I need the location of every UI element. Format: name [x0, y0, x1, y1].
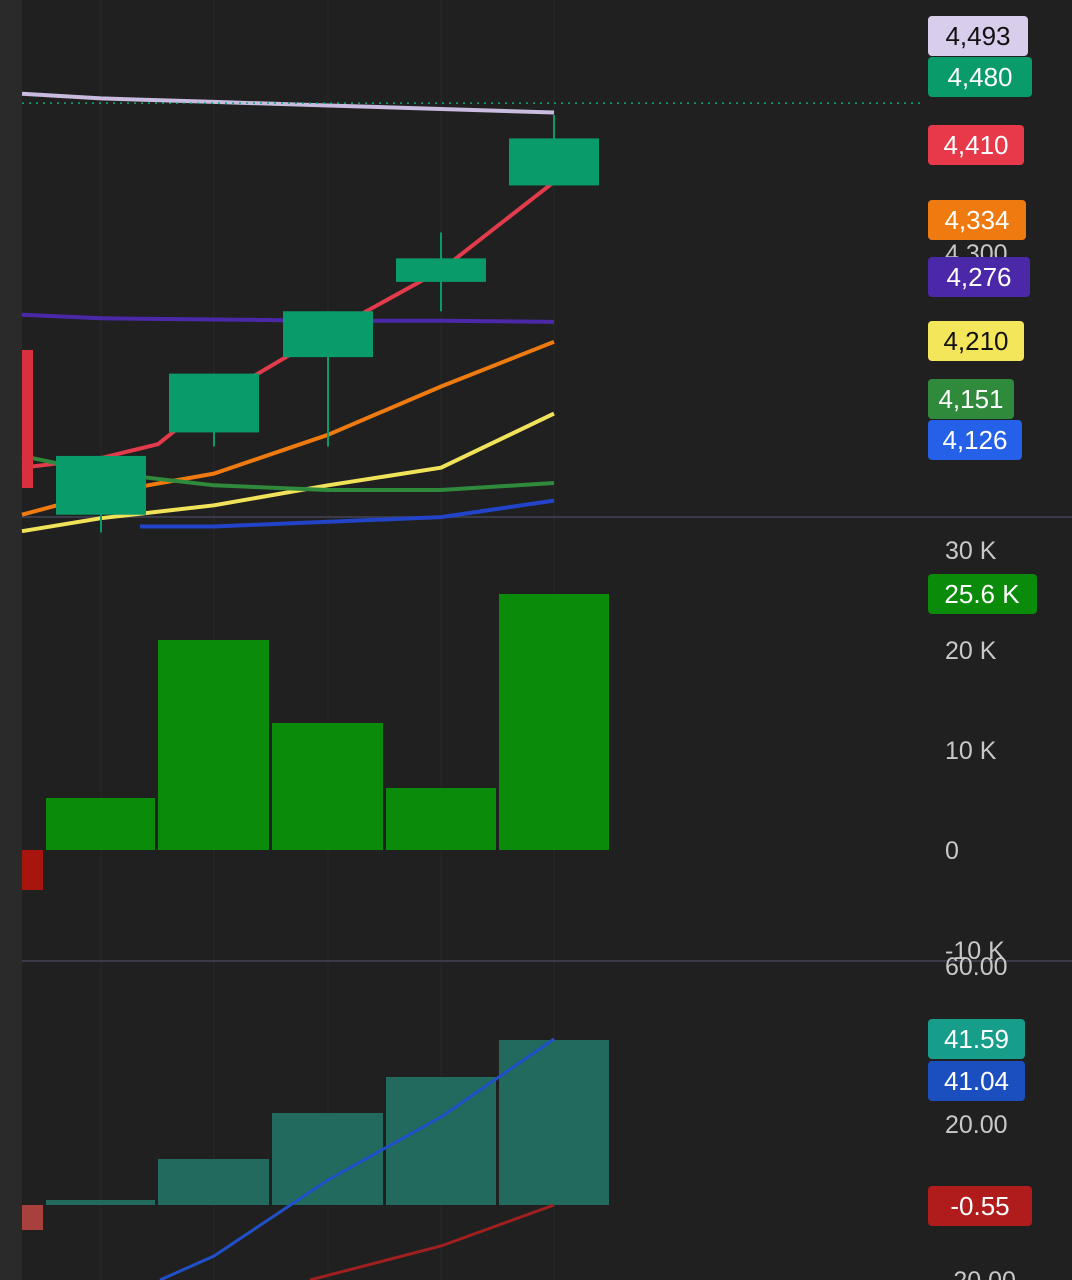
- volume-tick-0: 30 K: [945, 537, 997, 565]
- osc-line-1: [309, 1203, 555, 1280]
- price-label-3: 4,334: [944, 205, 1009, 235]
- volume-bar-1: [46, 798, 155, 850]
- osc-tick-0: 60.00: [945, 953, 1008, 981]
- volume-bar-5: [499, 594, 609, 850]
- volume-label: 25.6 K: [944, 579, 1020, 609]
- candle-body-0: [56, 455, 146, 515]
- osc-bar-2: [158, 1159, 269, 1205]
- price-label-6: 4,151: [938, 384, 1003, 414]
- trading-chart[interactable]: 4,3004,4934,4804,4104,3344,2764,2104,151…: [0, 0, 1072, 1280]
- osc-label-2: -0.55: [950, 1191, 1009, 1221]
- price-label-7: 4,126: [942, 425, 1007, 455]
- price-label-5: 4,210: [943, 326, 1008, 356]
- candle-body-4: [509, 138, 599, 186]
- osc-tick-2: -20.00: [945, 1267, 1016, 1280]
- osc-label-0: 41.59: [944, 1024, 1009, 1054]
- price-label-4: 4,276: [946, 262, 1011, 292]
- volume-bar-4: [386, 788, 496, 850]
- volume-tick-1: 20 K: [945, 637, 997, 665]
- osc-bar-0: [22, 1205, 43, 1230]
- volume-tick-2: 10 K: [945, 737, 997, 765]
- candle-body-1: [169, 373, 259, 433]
- osc-bar-1: [46, 1200, 155, 1205]
- price-label-0: 4,493: [945, 21, 1010, 51]
- volume-bar-2: [158, 640, 269, 850]
- price-label-2: 4,410: [943, 130, 1008, 160]
- partial-red-candle: [22, 350, 33, 488]
- candle-body-2: [283, 311, 373, 358]
- osc-tick-1: 20.00: [945, 1111, 1008, 1139]
- osc-bar-4: [386, 1077, 496, 1205]
- price-indicator-line-6: [140, 498, 555, 529]
- volume-tick-3: 0: [945, 837, 959, 865]
- volume-bar-3: [272, 723, 383, 850]
- price-label-1: 4,480: [947, 62, 1012, 92]
- candle-body-3: [396, 258, 486, 282]
- osc-label-1: 41.04: [944, 1066, 1009, 1096]
- volume-bar-0: [22, 850, 43, 890]
